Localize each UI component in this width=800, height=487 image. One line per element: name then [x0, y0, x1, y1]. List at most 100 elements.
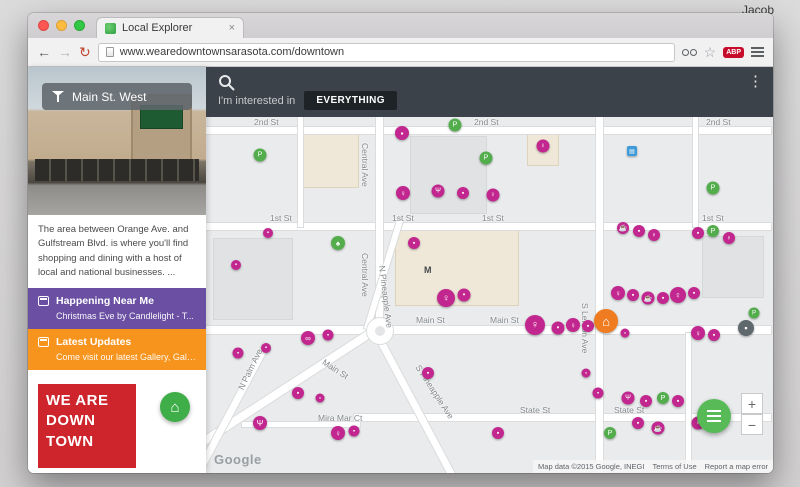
- minimize-window-button[interactable]: [56, 20, 67, 31]
- map-marker-shop-marker[interactable]: ▪: [316, 394, 325, 403]
- map-menu-fab[interactable]: [697, 399, 731, 433]
- terms-link[interactable]: Terms of Use: [652, 462, 696, 471]
- browser-menu-icon[interactable]: [751, 47, 764, 57]
- map-marker-park-marker[interactable]: ♠: [331, 236, 345, 250]
- map-marker-shop-marker[interactable]: ▪: [688, 287, 700, 299]
- map-marker-shop-marker[interactable]: ▪: [408, 237, 420, 249]
- google-logo[interactable]: Google: [214, 452, 262, 467]
- map-marker-shop-marker[interactable]: ▪: [582, 320, 594, 332]
- map-marker-boutique-marker[interactable]: ♀: [670, 287, 686, 303]
- adblock-extension-icon[interactable]: ABP: [723, 47, 744, 58]
- map-canvas[interactable]: 2nd St2nd St2nd St1st St1st St1st St1st …: [206, 117, 773, 473]
- map-marker-cafe-marker[interactable]: ☕: [617, 222, 629, 234]
- street-label: Central Ave: [360, 253, 370, 297]
- browser-tab[interactable]: Local Explorer ×: [96, 17, 244, 38]
- street-label: State St: [520, 405, 550, 415]
- tab-favicon-icon: [105, 23, 116, 34]
- street: [298, 117, 303, 227]
- map-marker-boutique-marker[interactable]: ♀: [691, 326, 705, 340]
- fullscreen-window-button[interactable]: [74, 20, 85, 31]
- map-marker-boutique-marker[interactable]: ♀: [611, 286, 625, 300]
- map-building-block: [703, 237, 763, 297]
- map-marker-parking-marker[interactable]: P: [604, 427, 616, 439]
- map-marker-shop-marker[interactable]: ▪: [349, 426, 360, 437]
- zoom-in-button[interactable]: +: [741, 393, 763, 414]
- map-marker-shop-marker[interactable]: ▪: [633, 225, 645, 237]
- street-label: Main St: [321, 357, 351, 381]
- map-marker-parking-marker[interactable]: P: [657, 392, 669, 404]
- map-header: ⋮ I'm interested in EVERYTHING: [206, 67, 773, 117]
- map-marker-boutique-marker[interactable]: ♀: [525, 315, 545, 335]
- map-marker-dining-marker[interactable]: Ψ: [622, 392, 635, 405]
- tab-strip: Local Explorer ×: [28, 13, 773, 38]
- map-marker-shop-marker[interactable]: ▪: [233, 348, 244, 359]
- close-window-button[interactable]: [38, 20, 49, 31]
- map-marker-shop-marker[interactable]: ▪: [672, 395, 684, 407]
- map-marker-shop-marker[interactable]: ▪: [422, 367, 434, 379]
- map-marker-dining-marker[interactable]: Ψ: [432, 185, 445, 198]
- map-marker-shop-marker[interactable]: ▪: [708, 329, 720, 341]
- happening-near-me-panel[interactable]: Happening Near Me Christmas Eve by Candl…: [28, 288, 206, 329]
- forward-button[interactable]: →: [58, 45, 72, 59]
- bookmark-star-icon[interactable]: ☆: [704, 45, 717, 59]
- map-marker-boutique-marker[interactable]: ♀: [537, 140, 550, 153]
- map-marker-cafe-marker[interactable]: ☕: [652, 422, 665, 435]
- map-marker-shop-marker[interactable]: ▪: [627, 289, 639, 301]
- map-marker-shop-marker[interactable]: ▪: [492, 427, 504, 439]
- map-marker-parking-marker[interactable]: P: [707, 182, 720, 195]
- map-marker-shop-marker[interactable]: ▪: [593, 388, 604, 399]
- report-error-link[interactable]: Report a map error: [705, 462, 768, 471]
- latest-updates-panel[interactable]: Latest Updates Come visit our latest Gal…: [28, 329, 206, 370]
- updates-item[interactable]: Come visit our latest Gallery, Gall...: [56, 352, 196, 362]
- map-marker-boutique-marker[interactable]: ♀: [723, 232, 735, 244]
- map-marker-shop-marker[interactable]: ▪: [632, 417, 644, 429]
- map-marker-shop-marker[interactable]: ▪: [231, 260, 241, 270]
- map-marker-boutique-marker[interactable]: ♀: [331, 426, 345, 440]
- street: [596, 117, 603, 473]
- map-marker-eyewear-marker[interactable]: ∞: [301, 331, 315, 345]
- map-marker-shop-marker[interactable]: ▪: [292, 387, 304, 399]
- map-marker-boutique-marker[interactable]: ♀: [566, 318, 580, 332]
- back-button[interactable]: ←: [37, 45, 51, 59]
- street-label: Central Ave: [360, 143, 370, 187]
- map-marker-boutique-marker[interactable]: ♀: [487, 189, 500, 202]
- map-marker-shop-marker[interactable]: ▪: [395, 126, 409, 140]
- happening-item[interactable]: Christmas Eve by Candlelight - T...: [56, 311, 196, 321]
- map-marker-shop-marker[interactable]: ▪: [738, 320, 754, 336]
- attribution-text: Map data ©2015 Google, INEGI: [538, 462, 644, 471]
- map-marker-parking-marker[interactable]: P: [749, 308, 760, 319]
- overflow-menu-icon[interactable]: ⋮: [748, 72, 763, 90]
- map-marker-shop-marker[interactable]: ▪: [323, 330, 334, 341]
- map-marker-shop-marker[interactable]: ▪: [552, 322, 565, 335]
- map-marker-shop-marker[interactable]: ▪: [458, 289, 471, 302]
- district-filter-header[interactable]: Main St. West: [42, 83, 192, 110]
- map-marker-transit-marker[interactable]: ▤: [627, 146, 637, 156]
- map-marker-selected-home-marker[interactable]: ⌂: [594, 309, 618, 333]
- glasses-extension-icon[interactable]: [682, 49, 697, 56]
- map-marker-shop-marker[interactable]: ▪: [692, 227, 704, 239]
- map-marker-dining-marker[interactable]: Ψ: [253, 416, 267, 430]
- map-marker-shop-marker[interactable]: ▪: [263, 228, 273, 238]
- map-marker-cafe-marker[interactable]: ☕: [642, 292, 655, 305]
- reload-button[interactable]: ↻: [79, 45, 91, 59]
- map-marker-boutique-marker[interactable]: ♀: [396, 186, 410, 200]
- map-marker-parking-marker[interactable]: P: [707, 225, 719, 237]
- map-marker-boutique-marker[interactable]: ♀: [437, 289, 455, 307]
- zoom-out-button[interactable]: −: [741, 414, 763, 435]
- map-marker-shop-marker[interactable]: ▪: [657, 292, 669, 304]
- tab-close-icon[interactable]: ×: [229, 22, 235, 34]
- map-marker-parking-marker[interactable]: P: [254, 149, 267, 162]
- interest-filter-button[interactable]: EVERYTHING: [304, 91, 397, 110]
- map-marker-boutique-marker[interactable]: ♀: [648, 229, 660, 241]
- map-marker-shop-marker[interactable]: ▪: [261, 343, 271, 353]
- map-marker-shop-marker[interactable]: ▪: [457, 187, 469, 199]
- map-marker-parking-marker[interactable]: P: [480, 152, 493, 165]
- address-bar[interactable]: www.wearedowntownsarasota.com/downtown: [98, 43, 675, 62]
- map-marker-parking-marker[interactable]: P: [449, 119, 462, 132]
- tab-title: Local Explorer: [122, 22, 223, 34]
- map-marker-shop-marker[interactable]: ▪: [640, 395, 652, 407]
- map-marker-shop-marker[interactable]: ▪: [621, 329, 630, 338]
- home-button[interactable]: ⌂: [160, 392, 190, 422]
- street-label: 1st St: [392, 213, 414, 223]
- map-marker-shop-marker[interactable]: ▪: [582, 369, 591, 378]
